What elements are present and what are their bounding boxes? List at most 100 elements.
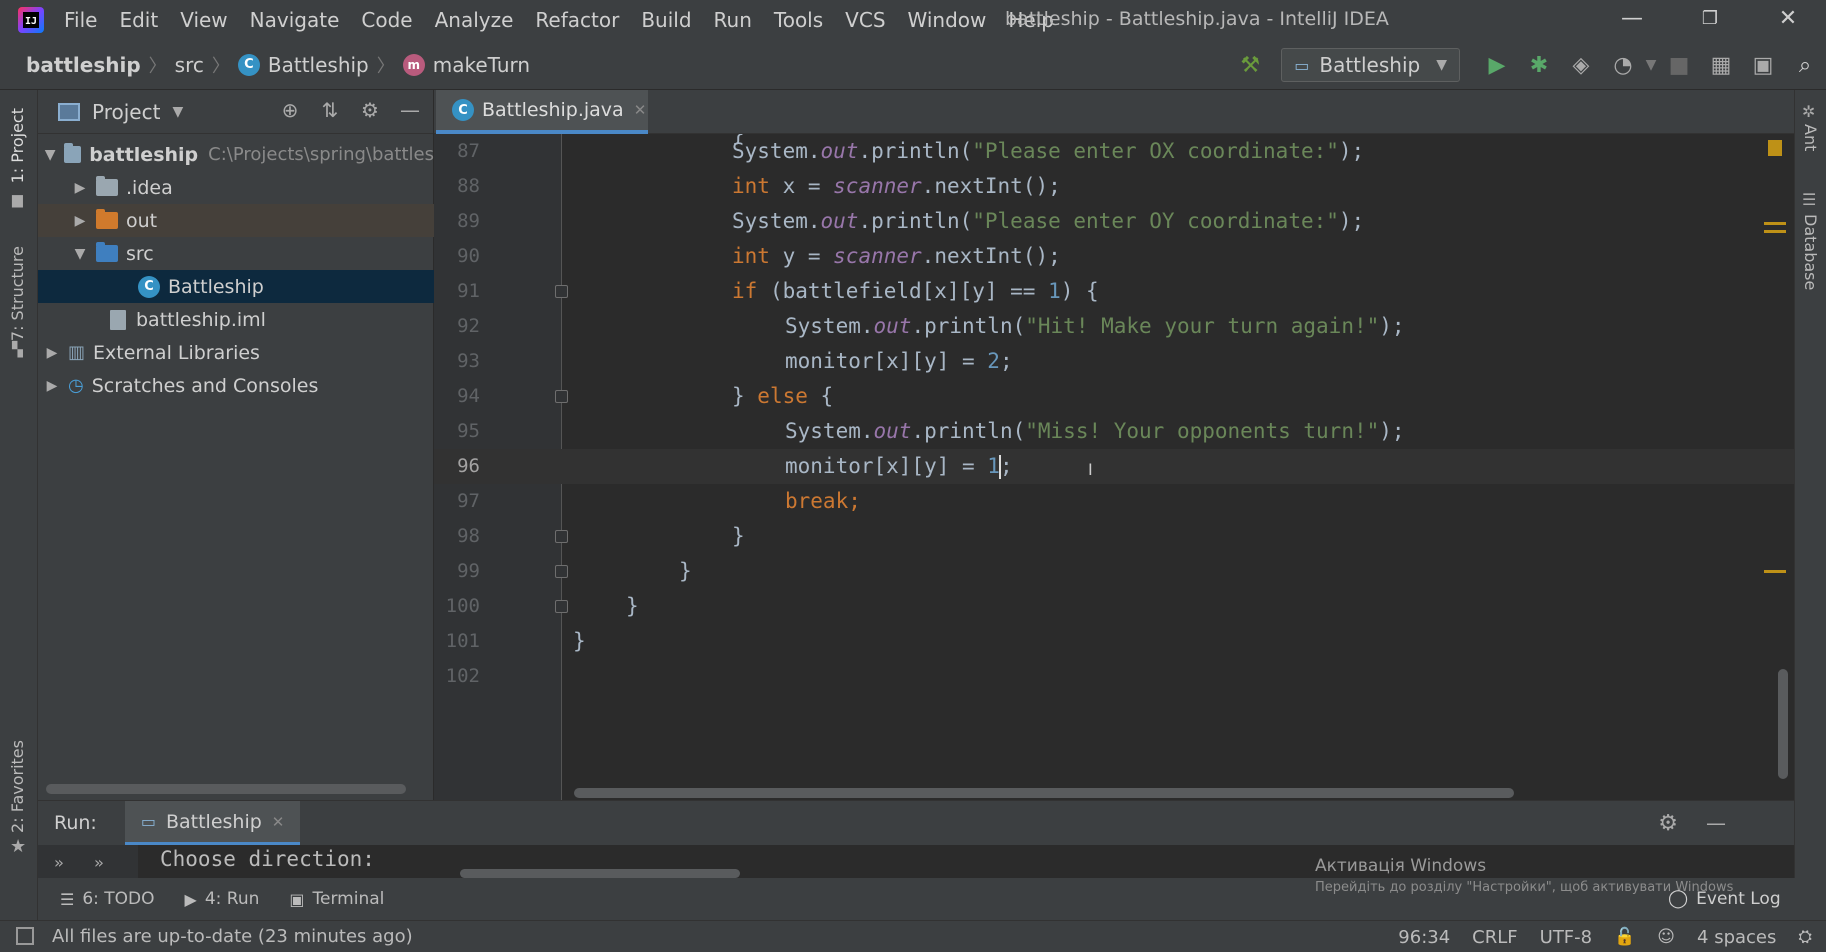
menu-analyze[interactable]: Analyze [435, 8, 514, 32]
chevron-right-icon[interactable]: ▶ [44, 378, 60, 394]
chevron-down-icon[interactable]: ▼ [172, 104, 183, 120]
profile-icon[interactable]: ◔ [1608, 50, 1638, 80]
tree-item-src[interactable]: ▼ src [38, 237, 434, 270]
build-hammer-icon[interactable]: ⚒ [1235, 50, 1265, 80]
tool-tab-terminal[interactable]: ▣ Terminal [289, 889, 384, 909]
project-view-select[interactable]: Project [92, 100, 160, 124]
close-icon[interactable]: ✕ [272, 813, 285, 831]
coverage-icon[interactable]: ◈ [1566, 50, 1596, 80]
horizontal-scrollbar[interactable] [46, 784, 406, 794]
indent-setting[interactable]: 4 spaces [1697, 927, 1776, 948]
fold-marker-icon[interactable] [555, 565, 568, 578]
gear-icon[interactable]: ⚙ [1658, 811, 1678, 836]
tree-item-label: Battleship [168, 275, 264, 298]
menu-vcs[interactable]: VCS [845, 8, 885, 32]
menu-file[interactable]: File [64, 8, 97, 32]
tree-item-battleship[interactable]: ▼ battleship C:\Projects\spring\battles [38, 138, 434, 171]
menu-tools[interactable]: Tools [774, 8, 823, 32]
lock-icon[interactable]: 🔓 [1614, 927, 1635, 947]
project-structure-icon[interactable]: ▦ [1706, 50, 1736, 80]
breadcrumb-src[interactable]: src [175, 53, 204, 77]
presentation-icon[interactable]: ▣ [1748, 50, 1778, 80]
minimize-icon[interactable]: — [1612, 4, 1652, 34]
chevron-down-icon[interactable]: ▼ [44, 147, 56, 163]
fold-marker-icon[interactable] [555, 390, 568, 403]
close-window-icon[interactable]: ✕ [1768, 4, 1808, 34]
hide-panel-icon[interactable]: — [1706, 811, 1726, 835]
code-editor[interactable]: } 87 System.out.println("Please enter OX … [434, 134, 1794, 800]
tab-battleship-java[interactable]: C Battleship.java ✕ [436, 90, 648, 134]
tree-item-scratches[interactable]: ▶ ◷ Scratches and Consoles [38, 369, 434, 402]
menu-window[interactable]: Window [908, 8, 987, 32]
chevron-right-icon[interactable]: ▶ [72, 180, 88, 196]
horizontal-scrollbar[interactable] [574, 788, 1514, 798]
menu-code[interactable]: Code [361, 8, 412, 32]
tree-item-battleship-class[interactable]: C Battleship [38, 270, 434, 303]
tree-item-out[interactable]: ▶ out [38, 204, 434, 237]
chevron-right-icon: 〉 [148, 55, 167, 77]
restore-icon[interactable]: ❐ [1690, 4, 1730, 34]
expand-icon[interactable]: » [54, 853, 64, 872]
tab-favorites[interactable]: 2: Favorites [8, 740, 27, 833]
chevron-down-icon[interactable]: ▼ [1644, 50, 1658, 80]
tab-project[interactable]: 1: Project [8, 108, 27, 183]
search-icon[interactable]: ⌕ [1790, 50, 1820, 80]
collapse-all-icon[interactable]: ⇅ [315, 98, 345, 126]
breadcrumb-project[interactable]: battleship [26, 53, 141, 77]
menu-edit[interactable]: Edit [119, 8, 158, 32]
tree-item-label: External Libraries [93, 341, 260, 364]
tab-structure[interactable]: 7: Structure [8, 246, 27, 341]
stop-icon[interactable]: ■ [1664, 50, 1694, 80]
fold-marker-icon[interactable] [555, 530, 568, 543]
line-number: 93 [457, 350, 480, 372]
error-stripe-marker[interactable] [1764, 222, 1786, 225]
hide-panel-icon[interactable]: — [395, 98, 425, 126]
fold-marker-icon[interactable] [555, 600, 568, 613]
tree-item-iml[interactable]: battleship.iml [38, 303, 434, 336]
expand-icon[interactable]: » [94, 853, 104, 872]
event-log-button[interactable]: ◯ Event Log [1668, 888, 1781, 909]
file-encoding[interactable]: UTF-8 [1540, 927, 1592, 948]
menu-view[interactable]: View [180, 8, 227, 32]
intellij-logo-icon: IJ [18, 7, 44, 33]
menu-navigate[interactable]: Navigate [250, 8, 340, 32]
line-number: 96 [457, 455, 480, 477]
tree-item-idea[interactable]: ▶ .idea [38, 171, 434, 204]
code-line: 89 System.out.println("Please enter OY co… [434, 204, 1794, 239]
run-config-select[interactable]: ▭ Battleship ▼ [1281, 48, 1460, 82]
memory-icon[interactable]: ⛭ [1798, 927, 1812, 947]
horizontal-scrollbar[interactable] [460, 869, 740, 878]
activation-title: Активація Windows [1315, 856, 1487, 876]
close-icon[interactable]: ✕ [634, 101, 647, 119]
project-panel-header: Project ▼ ⊕ ⇅ ⚙ — [38, 90, 433, 134]
chevron-right-icon[interactable]: ▶ [72, 213, 88, 229]
ant-icon: ✲ [1802, 102, 1816, 121]
inspector-icon[interactable]: ☺ [1657, 927, 1675, 947]
debug-bug-icon[interactable]: ✱ [1524, 50, 1554, 80]
chevron-right-icon[interactable]: ▶ [44, 345, 60, 361]
fold-marker-icon[interactable] [555, 285, 568, 298]
tab-ant[interactable]: Ant [1801, 124, 1820, 151]
line-number: 102 [445, 665, 480, 687]
toggle-tool-windows-icon[interactable] [16, 927, 34, 945]
error-stripe-marker[interactable] [1764, 230, 1786, 233]
run-icon[interactable]: ▶ [1482, 50, 1512, 80]
caret-position[interactable]: 96:34 [1398, 927, 1450, 948]
menu-refactor[interactable]: Refactor [535, 8, 619, 32]
gear-icon[interactable]: ⚙ [355, 98, 385, 126]
error-stripe-marker[interactable] [1764, 570, 1786, 573]
breadcrumb-method[interactable]: makeTurn [433, 53, 530, 77]
tool-tab-run[interactable]: ▶ 4: Run [185, 889, 260, 909]
breadcrumb-class[interactable]: Battleship [268, 53, 369, 77]
tree-item-external-libraries[interactable]: ▶ ▥ External Libraries [38, 336, 434, 369]
line-separator[interactable]: CRLF [1472, 927, 1517, 948]
locate-icon[interactable]: ⊕ [275, 98, 305, 126]
menu-run[interactable]: Run [714, 8, 752, 32]
tab-database[interactable]: Database [1801, 214, 1820, 290]
warning-marker[interactable] [1768, 140, 1782, 156]
run-tab-battleship[interactable]: ▭ Battleship ✕ [124, 801, 301, 845]
vertical-scrollbar[interactable] [1778, 669, 1788, 779]
menu-build[interactable]: Build [641, 8, 691, 32]
chevron-down-icon[interactable]: ▼ [72, 246, 88, 262]
tool-tab-todo[interactable]: ☰ 6: TODO [60, 889, 155, 909]
